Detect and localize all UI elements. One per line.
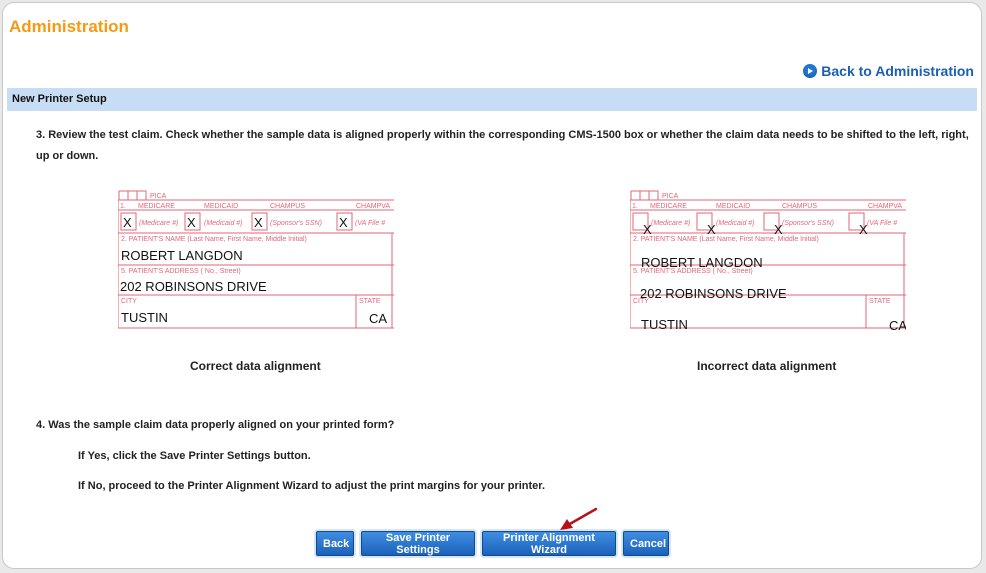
correct-alignment-caption: Correct data alignment <box>190 359 321 373</box>
yes-instruction: If Yes, click the Save Printer Settings … <box>78 450 311 462</box>
medicaid-x: X <box>187 215 196 230</box>
champva-x: X <box>859 222 868 237</box>
cancel-button[interactable]: Cancel <box>623 531 669 556</box>
save-printer-settings-button[interactable]: Save Printer Settings <box>361 531 475 556</box>
pica-label: PICA <box>150 193 167 200</box>
medicaid-label: MEDICAID <box>716 203 750 210</box>
champus-label: CHAMPUS <box>270 203 305 210</box>
patient-address: 202 ROBINSONS DRIVE <box>120 279 267 294</box>
no-instruction: If No, proceed to the Printer Alignment … <box>78 480 546 492</box>
correct-alignment-form-image: PICA 1. MEDICARE MEDICAID CHAMPUS CHAMPV… <box>118 190 394 330</box>
medicare-x: X <box>123 215 132 230</box>
pointer-arrow-icon <box>560 507 598 530</box>
printer-alignment-wizard-button[interactable]: Printer Alignment Wizard <box>482 531 616 556</box>
city-value: TUSTIN <box>641 317 688 330</box>
city-value: TUSTIN <box>121 310 168 325</box>
champva-label: CHAMPVA <box>868 203 902 210</box>
champva-label: CHAMPVA <box>356 203 390 210</box>
section-header: New Printer Setup <box>7 88 977 111</box>
play-arrow-icon <box>803 64 818 78</box>
medicare-label: MEDICARE <box>650 203 687 210</box>
va-file: (VA File # <box>867 220 897 227</box>
sponsor-ssn: (Sponsor's SSN) <box>782 220 834 227</box>
city-label: CITY <box>121 298 137 305</box>
back-link-label: Back to Administration <box>821 63 974 79</box>
patient-name: ROBERT LANGDON <box>641 255 763 270</box>
patient-name-label: 2. PATIENT'S NAME (Last Name, First Name… <box>633 236 819 243</box>
state-value: CA <box>889 318 906 330</box>
medicaid-x: X <box>707 222 716 237</box>
step-4-question: 4. Was the sample claim data properly al… <box>36 419 395 431</box>
va-file: (VA File # <box>355 220 385 227</box>
incorrect-alignment-form-image: PICA 1. MEDICARE MEDICAID CHAMPUS CHAMPV… <box>630 190 906 330</box>
champus-label: CHAMPUS <box>782 203 817 210</box>
medicaid-label: MEDICAID <box>204 203 238 210</box>
incorrect-alignment-caption: Incorrect data alignment <box>697 359 837 373</box>
champus-x: X <box>254 215 263 230</box>
sponsor-ssn: (Sponsor's SSN) <box>270 220 322 227</box>
champus-x: X <box>774 222 783 237</box>
medicare-num: 1. <box>120 203 126 210</box>
medicaid-hash: (Medicaid #) <box>204 220 243 227</box>
patient-address: 202 ROBINSONS DRIVE <box>640 286 787 301</box>
medicare-num: 1. <box>632 203 638 210</box>
medicare-label: MEDICARE <box>138 203 175 210</box>
state-label: STATE <box>359 298 381 305</box>
back-button[interactable]: Back <box>316 531 354 556</box>
medicaid-hash: (Medicaid #) <box>716 220 755 227</box>
address-label: 5. PATIENT'S ADDRESS ( No., Street) <box>121 268 241 275</box>
champva-x: X <box>339 215 348 230</box>
state-value: CA <box>369 311 387 326</box>
back-to-administration-link[interactable]: Back to Administration <box>803 63 974 79</box>
state-label: STATE <box>869 298 891 305</box>
medicare-x: X <box>643 222 652 237</box>
patient-name: ROBERT LANGDON <box>121 248 243 263</box>
step-3-instructions: 3. Review the test claim. Check whether … <box>36 129 969 162</box>
medicare-hash: (Medicare #) <box>651 220 690 227</box>
pica-label: PICA <box>662 193 679 200</box>
patient-name-label: 2. PATIENT'S NAME (Last Name, First Name… <box>121 236 307 243</box>
page-title: Administration <box>9 17 129 36</box>
medicare-hash: (Medicare #) <box>139 220 178 227</box>
